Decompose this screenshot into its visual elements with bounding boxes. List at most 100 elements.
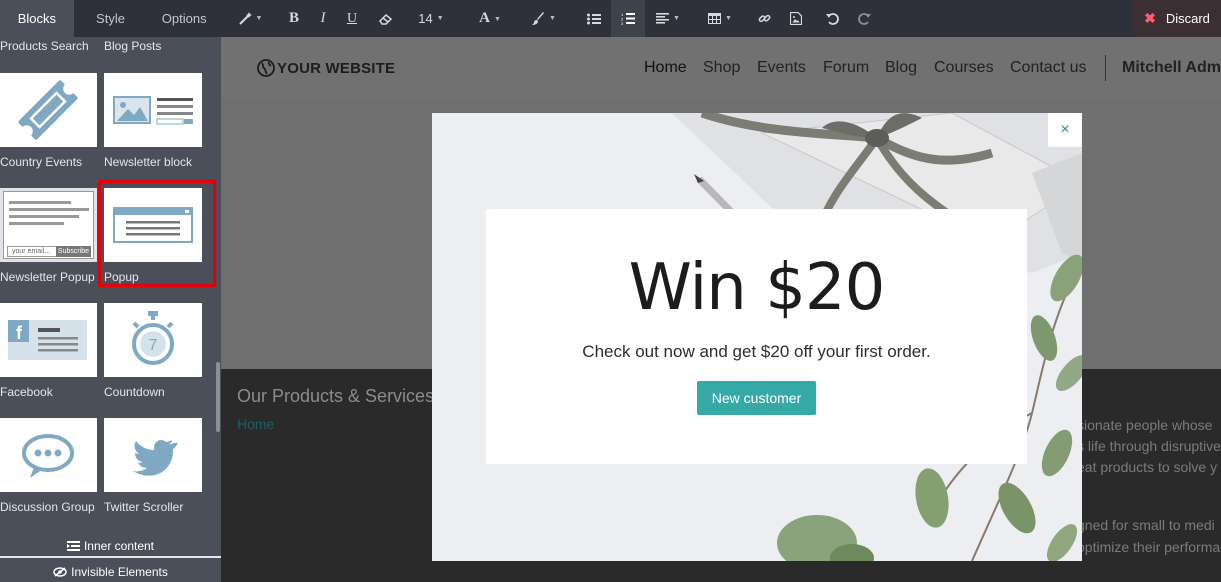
preview-line [9, 201, 71, 204]
panel-scrollbar[interactable] [216, 362, 220, 432]
paint-brush-icon [532, 12, 545, 25]
logo-text: YOUR WEBSITE [277, 59, 396, 77]
bold-button[interactable]: B [283, 0, 305, 37]
font-size-dropdown[interactable]: 14 ▼ [413, 0, 449, 37]
preview-line [9, 222, 64, 225]
ticket-icon [18, 80, 78, 140]
nav-home[interactable]: Home [644, 59, 687, 77]
eye-slash-icon [53, 566, 67, 580]
site-logo[interactable]: YOUR WEBSITE [257, 59, 395, 77]
bullet-list-icon [587, 13, 601, 24]
popup-card: Win $20 Check out now and get $20 off yo… [486, 209, 1027, 464]
underline-button[interactable]: U [341, 0, 363, 37]
snippet-discussion-group[interactable] [0, 418, 97, 492]
redo-button[interactable] [853, 0, 875, 37]
section-text-line: s life through disruptive [1077, 438, 1221, 454]
font-size-value: 14 [418, 11, 433, 26]
svg-text:f: f [16, 323, 23, 343]
background-color-dropdown[interactable]: ▼ [527, 0, 561, 37]
popup-subtitle: Check out now and get $20 off your first… [582, 342, 931, 361]
snippet-label-newsletter-popup: Newsletter Popup [0, 270, 95, 284]
breadcrumb-home-link[interactable]: Home [237, 416, 274, 432]
font-color-icon: A [479, 10, 490, 26]
nav-forum[interactable]: Forum [823, 59, 869, 77]
discard-label: Discard [1165, 11, 1210, 26]
section-text-line: optimize their performa [1077, 539, 1221, 555]
panel-tabs: Blocks Style Options [0, 0, 221, 37]
section-title: Our Products & Services [237, 386, 435, 406]
svg-text:7: 7 [149, 337, 158, 354]
popup-close-button[interactable]: × [1048, 113, 1082, 147]
snippet-newsletter-block[interactable] [104, 73, 202, 147]
table-dropdown[interactable]: ▼ [703, 0, 737, 37]
twitter-bird-icon [133, 440, 178, 476]
align-dropdown[interactable]: ▼ [651, 0, 685, 37]
numbered-list-button[interactable]: 123 [611, 0, 645, 37]
indent-icon [66, 540, 80, 554]
undo-icon [825, 12, 839, 25]
highlight-box [98, 180, 216, 287]
tab-options[interactable]: Options [147, 0, 221, 37]
nav-events[interactable]: Events [757, 59, 806, 77]
snippet-twitter-scroller[interactable] [104, 418, 202, 492]
email-placeholder: your email... [7, 246, 57, 257]
invisible-elements-section[interactable]: Invisible Elements [0, 565, 221, 582]
eraser-icon [379, 13, 393, 25]
chevron-down-icon: ▼ [673, 15, 680, 22]
table-icon [708, 13, 722, 24]
underline-icon: U [346, 10, 358, 26]
preview-line [9, 208, 89, 211]
italic-icon: I [320, 10, 326, 26]
nav-divider [1105, 55, 1106, 81]
link-button[interactable] [753, 0, 775, 37]
snippets-panel: Blocks Style Options Products Search Blo… [0, 0, 221, 582]
chevron-down-icon: ▼ [436, 15, 444, 22]
nav-contact-us[interactable]: Contact us [1010, 59, 1086, 77]
discard-button[interactable]: ✖ Discard [1133, 0, 1221, 37]
inner-content-section[interactable]: Inner content [0, 539, 221, 557]
nav-blog[interactable]: Blog [885, 59, 917, 77]
stopwatch-icon: 7 [132, 311, 174, 365]
snippet-countdown[interactable]: 7 [104, 303, 202, 377]
snippet-label-newsletter-block: Newsletter block [104, 155, 193, 169]
snippet-label-blog-posts: Blog Posts [104, 39, 162, 53]
chevron-down-icon: ▼ [549, 15, 556, 22]
undo-button[interactable] [821, 0, 843, 37]
redo-icon [857, 12, 871, 25]
tab-blocks[interactable]: Blocks [0, 0, 74, 37]
image-button[interactable] [785, 0, 807, 37]
inner-content-label: Inner content [83, 539, 155, 553]
chat-bubble-icon [22, 434, 74, 478]
snippet-label-discussion-group: Discussion Group [0, 500, 95, 514]
font-color-dropdown[interactable]: A ▼ [473, 0, 507, 37]
chevron-down-icon: ▼ [493, 14, 501, 23]
facebook-icon: f [8, 320, 87, 360]
snippet-country-events[interactable] [0, 73, 97, 147]
eraser-button[interactable] [375, 0, 397, 37]
popup-title: Win $20 [628, 251, 886, 325]
link-icon [758, 14, 770, 23]
snippet-newsletter-popup[interactable]: your email... Subscribe [0, 188, 97, 262]
tab-style[interactable]: Style [74, 0, 148, 37]
site-header: YOUR WEBSITE Home Shop Events Forum Blog… [221, 37, 1221, 98]
preview-line [9, 215, 79, 218]
close-icon: ✖ [1144, 10, 1156, 26]
bold-icon: B [288, 10, 299, 26]
magic-wand-dropdown[interactable]: ▼ [233, 0, 267, 37]
newsletter-popup-preview: your email... Subscribe [3, 191, 94, 259]
section-text-line: gned for small to medi [1077, 517, 1215, 533]
snippet-label-facebook: Facebook [0, 385, 53, 399]
nav-shop[interactable]: Shop [703, 59, 740, 77]
align-left-icon [656, 13, 670, 24]
newsletter-block-icon [113, 96, 193, 125]
nav-courses[interactable]: Courses [934, 59, 994, 77]
snippet-facebook[interactable]: f [0, 303, 97, 377]
bullet-list-button[interactable] [583, 0, 605, 37]
italic-button[interactable]: I [313, 0, 333, 37]
user-menu[interactable]: Mitchell Admin [1122, 59, 1221, 77]
divider [0, 556, 221, 558]
editor-toolbar: ▼ B I U 14 ▼ A ▼ ▼ 123 ▼ ▼ ✖ Discard [221, 0, 1221, 37]
new-customer-button[interactable]: New customer [697, 381, 816, 415]
globe-icon [257, 59, 275, 77]
popup-modal: × Win $20 Check out now and get $20 off … [432, 113, 1082, 561]
